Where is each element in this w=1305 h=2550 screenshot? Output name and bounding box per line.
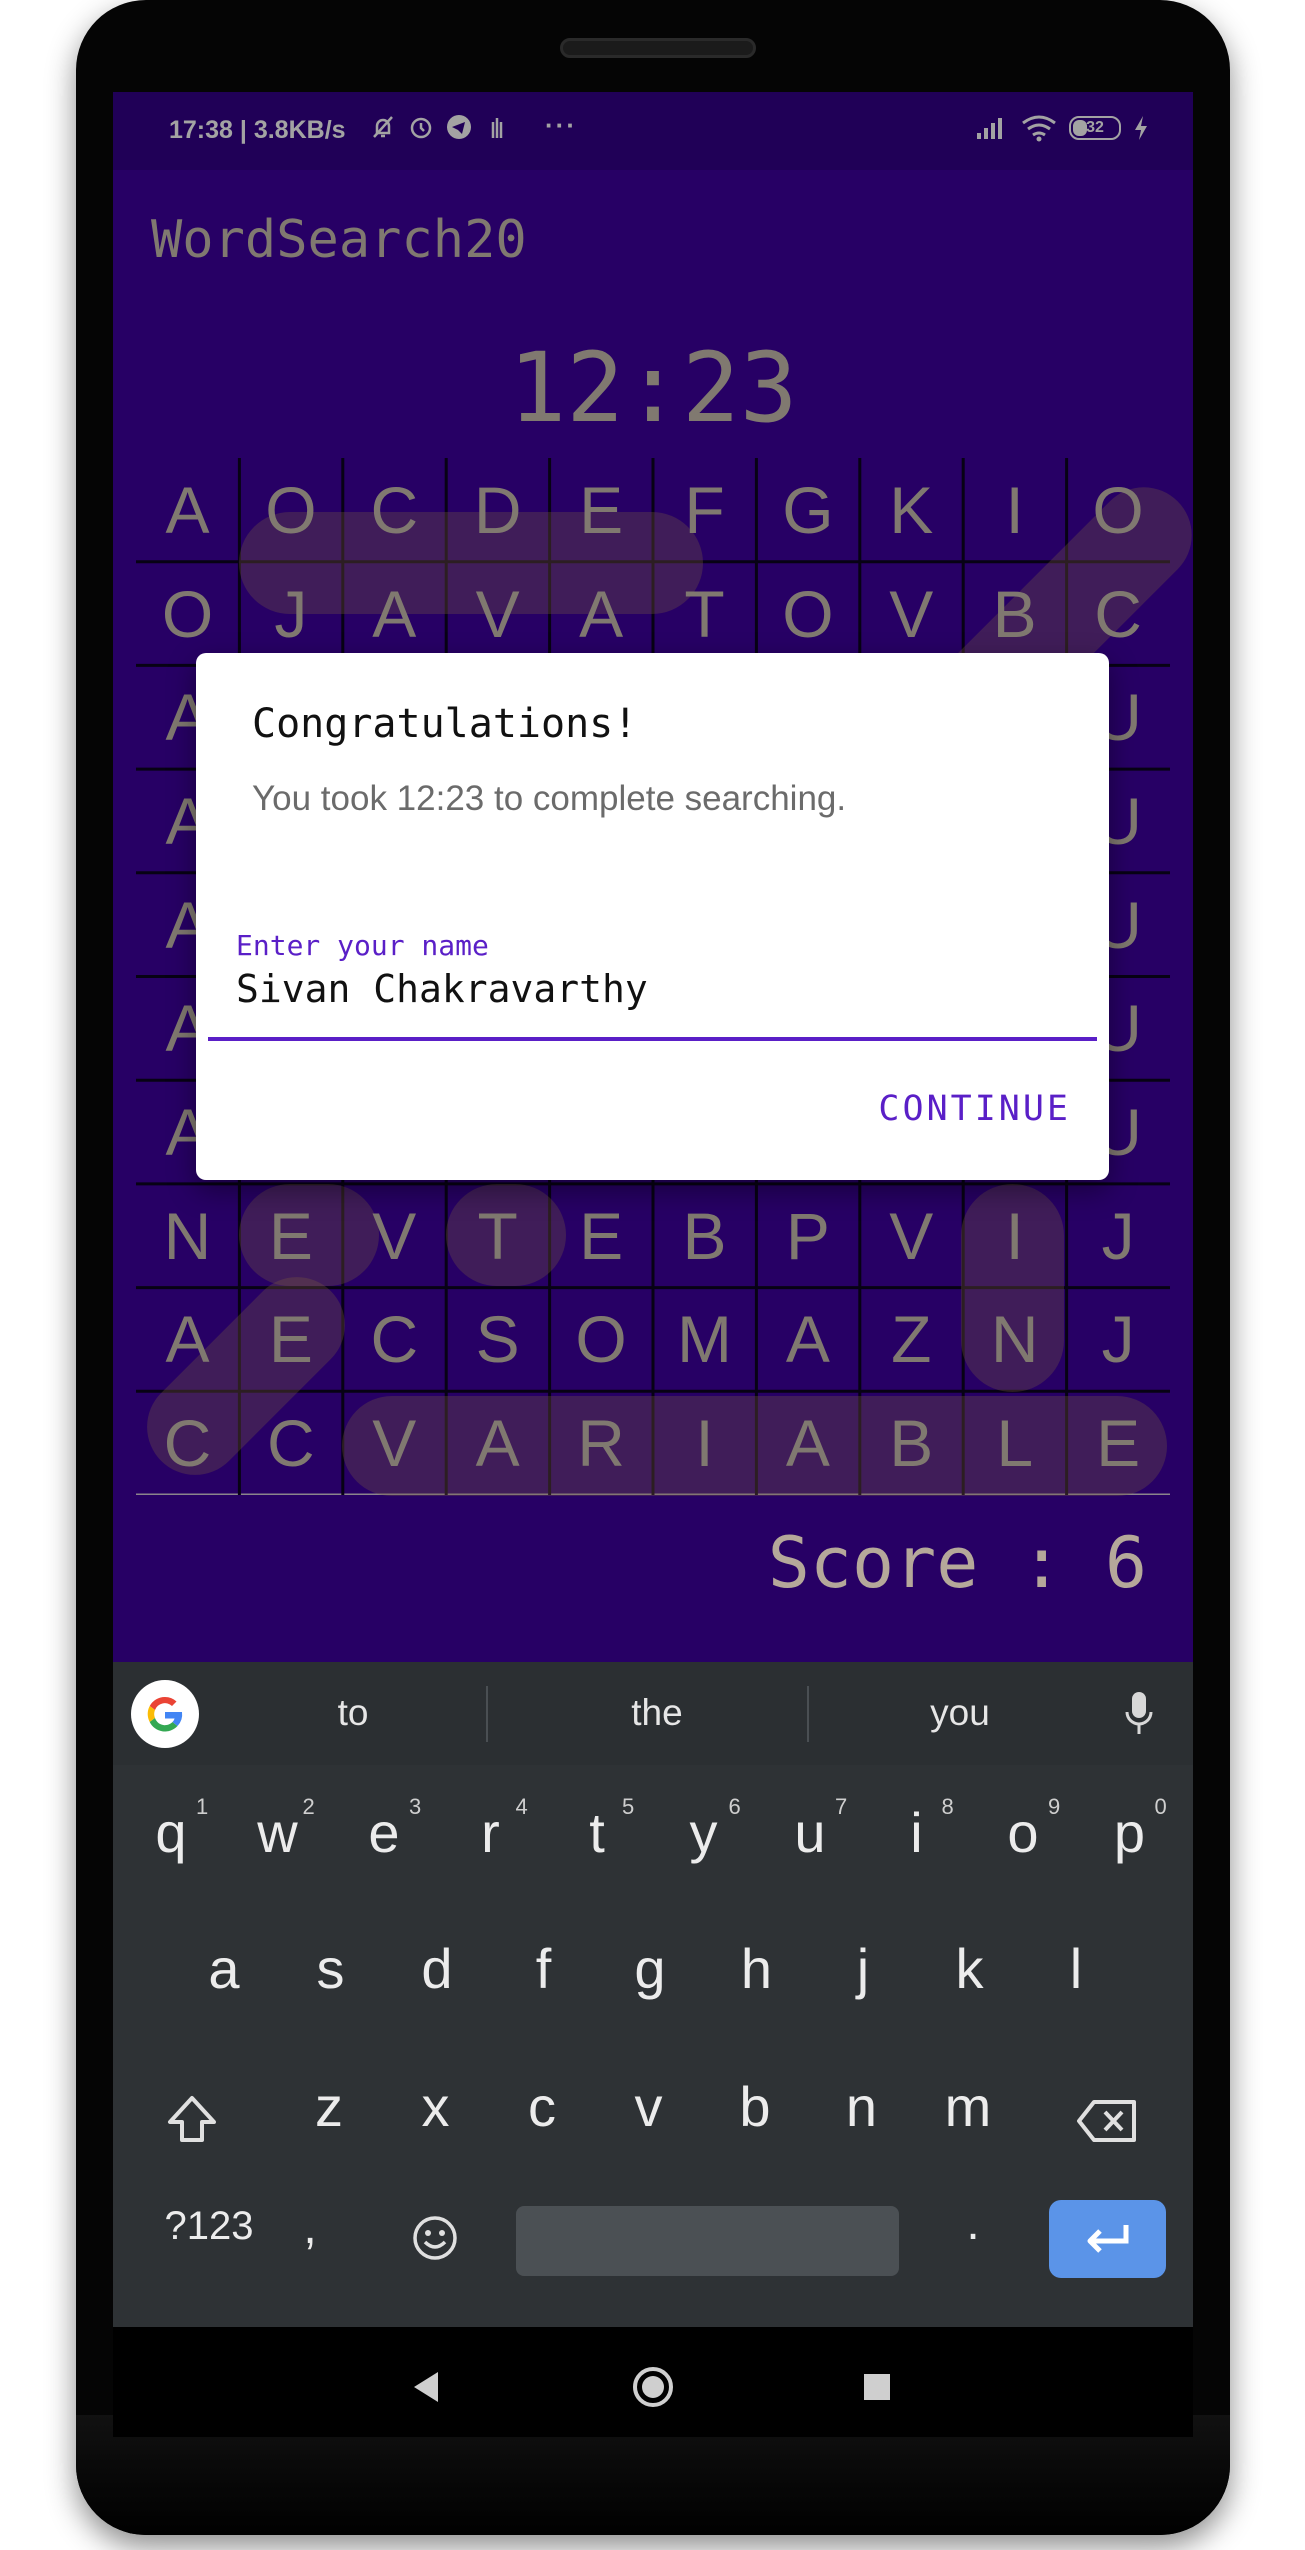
- key-x[interactable]: x: [386, 2074, 486, 2139]
- suggestion-1[interactable]: to: [253, 1692, 453, 1734]
- suggestion-3[interactable]: you: [860, 1692, 1060, 1734]
- score-label: Score : 6: [767, 1522, 1147, 1604]
- suggestion-divider: [807, 1686, 809, 1742]
- continue-button[interactable]: CONTINUE: [878, 1089, 1071, 1129]
- recents-icon[interactable]: [862, 2372, 892, 2402]
- key-d[interactable]: d: [387, 1936, 487, 2001]
- key-hint: 1: [196, 1794, 209, 1819]
- key-hint: 7: [835, 1794, 848, 1819]
- enter-key[interactable]: [1049, 2200, 1166, 2278]
- key-z[interactable]: z: [279, 2074, 379, 2139]
- microphone-icon[interactable]: [1123, 1690, 1155, 1738]
- space-key[interactable]: [516, 2206, 899, 2276]
- period-key[interactable]: .: [943, 2196, 1003, 2251]
- suggestion-divider: [486, 1686, 488, 1742]
- key-m[interactable]: m: [918, 2074, 1018, 2139]
- key-h[interactable]: h: [707, 1936, 807, 2001]
- key-hint: 4: [515, 1794, 528, 1819]
- suggestion-2[interactable]: the: [557, 1692, 757, 1734]
- key-f[interactable]: f: [494, 1936, 594, 2001]
- key-c[interactable]: c: [492, 2074, 592, 2139]
- name-input[interactable]: [236, 959, 1076, 1019]
- back-icon[interactable]: [410, 2369, 442, 2405]
- key-l[interactable]: l: [1026, 1936, 1126, 2001]
- key-hint: 5: [622, 1794, 635, 1819]
- navigation-bar: [113, 2327, 1193, 2437]
- key-hint: 9: [1048, 1794, 1061, 1819]
- backspace-icon[interactable]: [1076, 2099, 1138, 2143]
- key-hint: 8: [941, 1794, 954, 1819]
- key-hint: 3: [409, 1794, 422, 1819]
- screen: 17:38 | 3.8KB/s ··· 32 WordSearch20 12:2…: [113, 92, 1193, 2327]
- key-k[interactable]: k: [920, 1936, 1020, 2001]
- name-input-underline: [208, 1037, 1097, 1041]
- soft-keyboard: to the you q1w2e3r4t5y6u7i8o9p0asdfghjkl…: [113, 1662, 1193, 2327]
- key-hint: 6: [728, 1794, 741, 1819]
- google-g-icon[interactable]: [131, 1680, 199, 1748]
- shift-icon[interactable]: [165, 2094, 219, 2146]
- symbols-key[interactable]: ?123: [149, 2204, 269, 2249]
- key-s[interactable]: s: [281, 1936, 381, 2001]
- home-icon[interactable]: [631, 2365, 675, 2409]
- key-hint: 2: [302, 1794, 315, 1819]
- key-j[interactable]: j: [813, 1936, 913, 2001]
- key-g[interactable]: g: [600, 1936, 700, 2001]
- emoji-icon[interactable]: [411, 2214, 459, 2262]
- name-field-label: Enter your name: [236, 929, 489, 962]
- key-n[interactable]: n: [812, 2074, 912, 2139]
- suggestion-strip: to the you: [113, 1662, 1193, 1765]
- earpiece-speaker: [560, 38, 756, 58]
- dialog-message: You took 12:23 to complete searching.: [252, 779, 847, 818]
- congratulations-dialog: Congratulations! You took 12:23 to compl…: [196, 653, 1109, 1180]
- key-v[interactable]: v: [599, 2074, 699, 2139]
- enter-arrow-icon: [1087, 2225, 1128, 2253]
- key-a[interactable]: a: [174, 1936, 274, 2001]
- key-hint: 0: [1154, 1794, 1167, 1819]
- google-logo: [147, 1696, 183, 1732]
- dialog-title: Congratulations!: [252, 701, 638, 747]
- comma-key[interactable]: ,: [280, 2200, 340, 2255]
- key-b[interactable]: b: [705, 2074, 805, 2139]
